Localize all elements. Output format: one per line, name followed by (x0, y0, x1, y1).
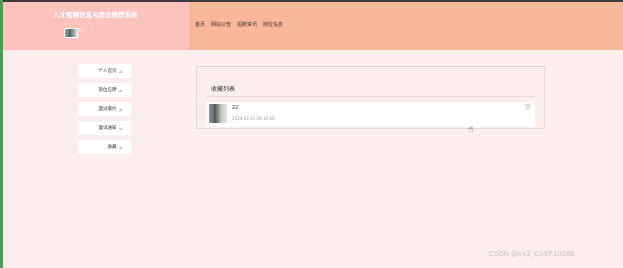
house-icon: ⌂ (119, 144, 122, 150)
user-suffix: . (91, 27, 93, 33)
house-icon: ⌂ (119, 87, 122, 93)
user-name[interactable]: 1t (78, 28, 83, 34)
item-thumbnail[interactable] (209, 104, 227, 123)
house-icon: ⌂ (119, 106, 122, 112)
sidebar-item-label: 面试邀约 (98, 107, 117, 112)
sidebar-item-label: 岗位应聘 (98, 88, 117, 93)
top-nav: 首页 网站公告 招聘资讯 岗位信息 (195, 21, 283, 28)
sidebar: 个人首页 ⌂ 岗位应聘 ⌂ 面试邀约 ⌂ 面试通知 ⌂ 收藏 ⌂ (78, 64, 131, 159)
sidebar-item-home[interactable]: 个人首页 ⌂ (78, 64, 131, 78)
nav-job-info[interactable]: 岗位信息 (263, 21, 283, 28)
sidebar-item-label: 收藏 (107, 145, 117, 150)
list-item[interactable]: 22 2024-03-21 09:10:40 🗑 (206, 102, 535, 127)
trash-icon[interactable]: 🗑 (524, 104, 532, 111)
panel-title: 收藏列表 (211, 86, 236, 93)
item-title[interactable]: 22 (232, 105, 238, 111)
house-icon: ⌂ (119, 68, 122, 74)
site-title: 人才招聘信息与岗位推荐系统 (53, 11, 138, 19)
divider (206, 96, 535, 97)
nav-recruit-news[interactable]: 招聘资讯 (237, 21, 257, 28)
watermark: CSDN @vx2_CXKF10088 (489, 250, 575, 258)
header-brand-area: 人才招聘信息与岗位推荐系统 1t . (3, 2, 189, 50)
avatar[interactable] (64, 28, 78, 38)
nav-announcements[interactable]: 网站公告 (211, 21, 231, 28)
sidebar-item-label: 个人首页 (98, 69, 117, 74)
hand-cursor-icon: ☝ (468, 125, 474, 135)
sidebar-item-interview-invites[interactable]: 面试邀约 ⌂ (78, 102, 131, 116)
item-timestamp: 2024-03-21 09:10:40 (232, 116, 275, 121)
sidebar-item-label: 面试通知 (98, 126, 117, 131)
house-icon: ⌂ (119, 125, 122, 131)
favorites-panel: 收藏列表 22 2024-03-21 09:10:40 🗑 (196, 66, 545, 129)
nav-home[interactable]: 首页 (195, 21, 205, 28)
sidebar-item-favorites[interactable]: 收藏 ⌂ (78, 140, 131, 154)
sidebar-item-applications[interactable]: 岗位应聘 ⌂ (78, 83, 131, 97)
sidebar-item-interview-notices[interactable]: 面试通知 ⌂ (78, 121, 131, 135)
